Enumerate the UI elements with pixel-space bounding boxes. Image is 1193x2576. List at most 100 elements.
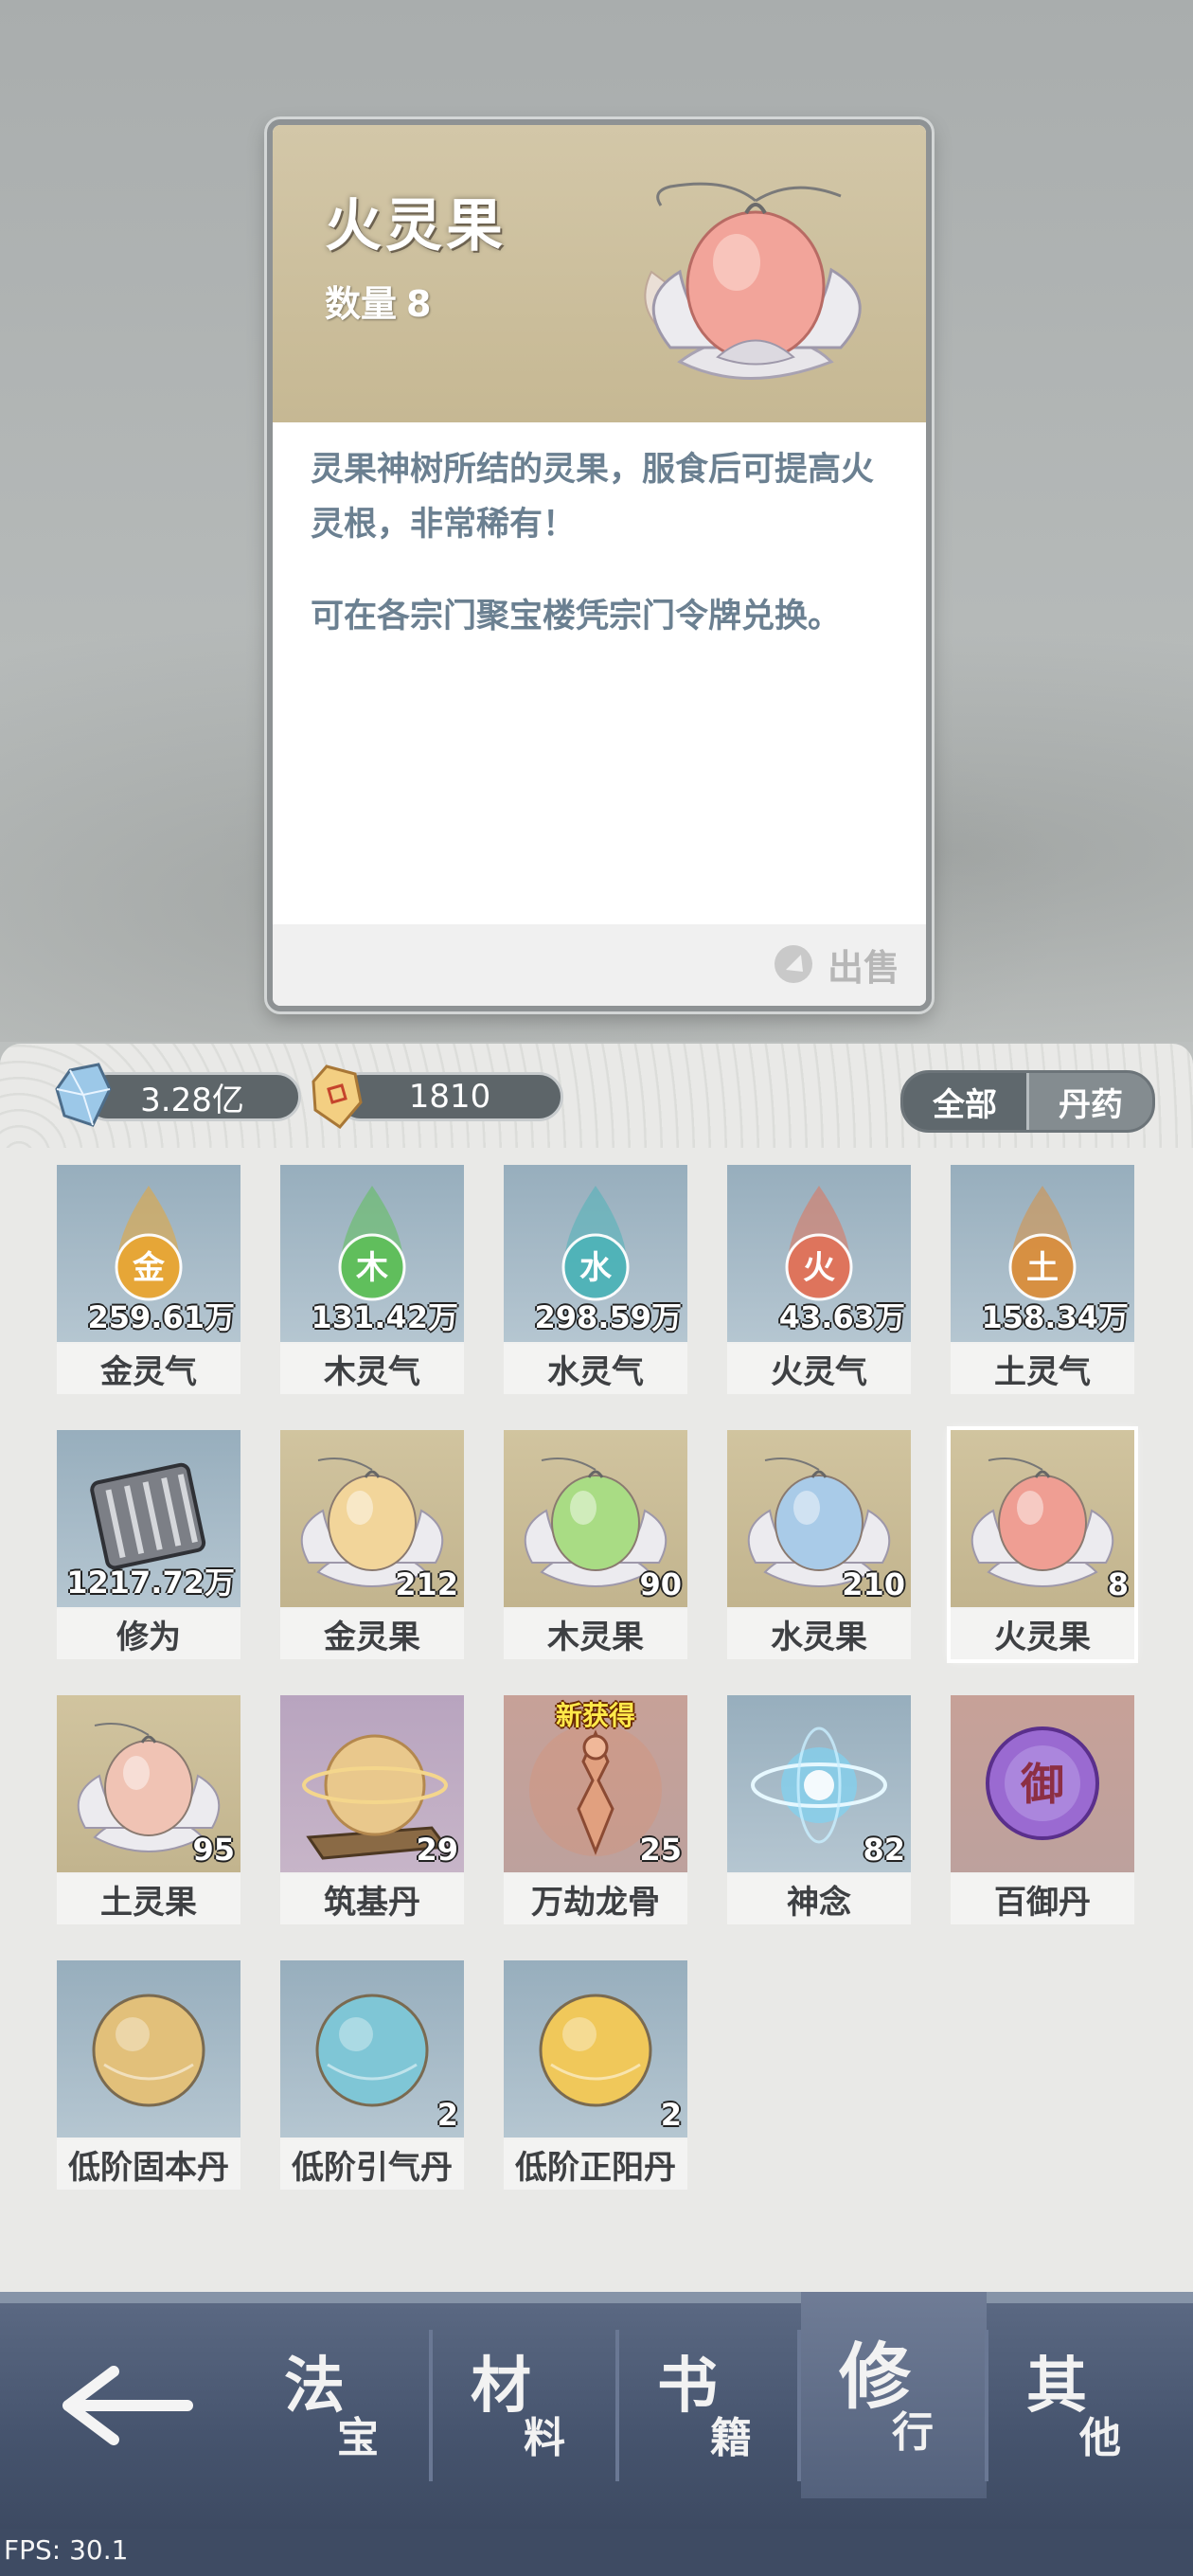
item-count: 131.42万 xyxy=(311,1299,459,1335)
item-count: 82 xyxy=(863,1832,905,1868)
inventory-slot[interactable]: 水 298.59万 水灵气 xyxy=(504,1165,687,1394)
item-name: 水灵气 xyxy=(504,1344,687,1394)
nav-top-border xyxy=(0,2292,1193,2303)
item-count: 158.34万 xyxy=(981,1299,1130,1335)
fps-bar xyxy=(0,2529,1193,2576)
nav-tab[interactable]: 其他 xyxy=(988,2328,1174,2498)
item-count: 29 xyxy=(416,1832,458,1868)
nav-tab-label: 材 xyxy=(471,2352,531,2422)
nav-tab[interactable]: 法宝 xyxy=(246,2328,432,2498)
gem-amount: 1810 xyxy=(336,1072,563,1121)
item-source-text: 可在各宗门聚宝楼凭宗门令牌兑换。 xyxy=(311,598,842,635)
nav-tab-divider xyxy=(615,2330,619,2481)
item-name: 修为 xyxy=(57,1609,240,1659)
baiyu-pill-icon: 御 xyxy=(986,1726,1099,1840)
item-count: 25 xyxy=(639,1832,682,1868)
nav-tab-sublabel: 籍 xyxy=(710,2414,752,2462)
item-name: 万劫龙骨 xyxy=(504,1874,687,1924)
item-name: 金灵果 xyxy=(280,1609,464,1659)
item-name: 木灵果 xyxy=(504,1609,687,1659)
item-name: 神念 xyxy=(727,1874,911,1924)
nav-tab-sublabel: 料 xyxy=(524,2414,565,2462)
inventory-slot-image xyxy=(57,1960,240,2138)
fire-fruit-icon xyxy=(644,182,862,380)
nav-tab[interactable]: 书籍 xyxy=(619,2328,805,2498)
nav-tab-label: 书 xyxy=(657,2352,718,2422)
item-name: 低阶固本丹 xyxy=(57,2139,240,2190)
guben-pill-icon xyxy=(92,1994,205,2107)
inventory-slot[interactable]: 29 筑基丹 xyxy=(280,1695,464,1924)
svg-text:金: 金 xyxy=(132,1249,166,1287)
sell-label: 出售 xyxy=(827,946,899,989)
nav-tab-divider xyxy=(797,2330,801,2481)
fps-counter: FPS: 30.1 xyxy=(4,2534,129,2566)
item-count: 90 xyxy=(639,1566,682,1602)
sell-button[interactable]: 出售 xyxy=(773,938,899,991)
item-description: 灵果神树所结的灵果，服食后可提高火灵根，非常稀有！ xyxy=(311,451,875,544)
inventory-slot[interactable]: 90 木灵果 xyxy=(504,1430,687,1659)
svg-text:木: 木 xyxy=(355,1249,388,1287)
item-detail-quantity: 数量 8 xyxy=(325,275,431,327)
inventory-slot-image: 御 xyxy=(951,1695,1134,1872)
item-count: 8 xyxy=(1107,1566,1129,1602)
inventory-slot[interactable]: 210 水灵果 xyxy=(727,1430,911,1659)
inventory-slot[interactable]: 木 131.42万木灵气 xyxy=(280,1165,464,1394)
item-name: 土灵气 xyxy=(951,1344,1134,1394)
sell-icon xyxy=(774,945,812,983)
inventory-slot[interactable]: 金 259.61万金灵气 xyxy=(57,1165,240,1394)
item-name: 土灵果 xyxy=(57,1874,240,1924)
item-detail-footer: 出售 xyxy=(273,924,926,1006)
inventory-slot[interactable]: 2 低阶引气丹 xyxy=(280,1960,464,2190)
inventory-slot[interactable]: 低阶固本丹 xyxy=(57,1960,240,2190)
nav-tab-divider xyxy=(429,2330,433,2481)
item-name: 百御丹 xyxy=(951,1874,1134,1924)
item-count: 95 xyxy=(192,1832,235,1868)
item-count: 298.59万 xyxy=(534,1299,683,1335)
quantity-value: 8 xyxy=(406,283,432,325)
inventory-slot[interactable]: 土 158.34万 土灵气 xyxy=(951,1165,1134,1394)
bottom-navigation: 法宝材料书籍修行其他 xyxy=(0,2292,1193,2529)
jade-gem-icon xyxy=(312,1064,363,1130)
nav-tab-label: 其 xyxy=(1026,2352,1087,2422)
inventory-slot[interactable]: 95 土灵果 xyxy=(57,1695,240,1924)
inventory-slot[interactable]: 212 金灵果 xyxy=(280,1430,464,1659)
inventory-slot[interactable]: 82 神念 xyxy=(727,1695,911,1924)
inventory-slot[interactable]: 2 低阶正阳丹 xyxy=(504,1960,687,2190)
inventory-slot[interactable]: 1217.72万修为 xyxy=(57,1430,240,1659)
item-detail-card: 火灵果 数量 8 灵果神树所结的灵果，服食后可提高火灵根，非常稀有！ 可在各宗门聚… xyxy=(267,119,932,1011)
item-name: 木灵气 xyxy=(280,1344,464,1394)
item-count: 212 xyxy=(395,1566,458,1602)
inventory-slot[interactable]: 火 43.63万火灵气 xyxy=(727,1165,911,1394)
filter-all-tab[interactable]: 全部 xyxy=(903,1073,1026,1130)
nav-tab-sublabel: 行 xyxy=(892,2408,934,2457)
inventory-slot[interactable]: 8 火灵果 xyxy=(947,1426,1138,1663)
item-name: 水灵果 xyxy=(727,1609,911,1659)
spirit-stone-icon xyxy=(55,1063,112,1127)
nav-tab-divider xyxy=(985,2330,988,2481)
svg-text:御: 御 xyxy=(1020,1759,1064,1810)
filter-pill-tab[interactable]: 丹药 xyxy=(1029,1073,1152,1130)
gem-counter: 1810 xyxy=(308,1064,563,1130)
back-arrow-icon[interactable] xyxy=(57,2358,199,2453)
new-item-badge: 新获得 xyxy=(555,1700,635,1731)
item-detail-header: 火灵果 数量 8 xyxy=(273,125,926,422)
item-name: 火灵果 xyxy=(951,1609,1134,1659)
item-count: 43.63万 xyxy=(778,1299,905,1335)
item-count: 1217.72万 xyxy=(66,1565,235,1601)
nav-tab-sublabel: 他 xyxy=(1079,2414,1121,2462)
nav-tab[interactable]: 修行 xyxy=(801,2292,987,2498)
item-name: 火灵气 xyxy=(727,1344,911,1394)
item-name: 低阶引气丹 xyxy=(280,2139,464,2190)
inventory-slot[interactable]: 御百御丹 xyxy=(951,1695,1134,1924)
category-filter: 全部 丹药 xyxy=(900,1070,1155,1133)
item-count: 210 xyxy=(842,1566,905,1602)
nav-tab-sublabel: 宝 xyxy=(337,2414,379,2462)
nav-tab[interactable]: 材料 xyxy=(433,2328,618,2498)
svg-text:火: 火 xyxy=(803,1249,835,1287)
item-name: 金灵气 xyxy=(57,1344,240,1394)
item-count: 2 xyxy=(436,2097,458,2133)
item-count: 2 xyxy=(660,2097,682,2133)
inventory-panel: 3.28亿 1810 全部 丹药 金 259.61万 金灵气 木 131.42万 木灵气… xyxy=(0,1044,1193,2294)
item-count: 259.61万 xyxy=(87,1299,236,1335)
inventory-slot[interactable]: 新获得 25 万劫龙骨 xyxy=(504,1695,687,1924)
